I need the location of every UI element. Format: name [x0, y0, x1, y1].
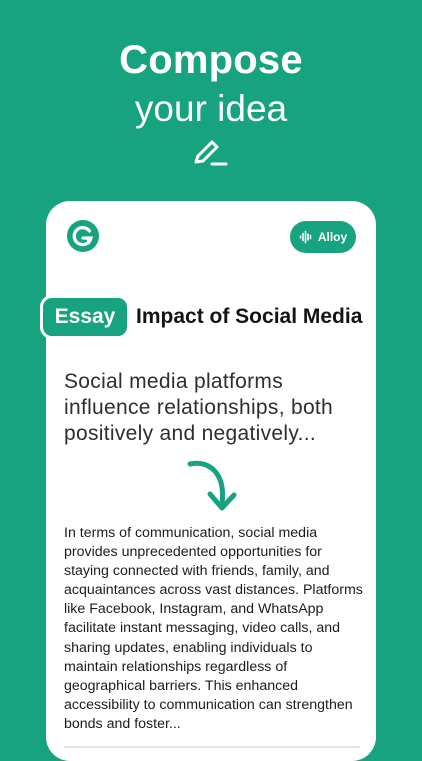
prompt-text: Social media platforms influence relatio… [64, 370, 334, 445]
grammarly-logo-icon [67, 220, 99, 252]
voice-button[interactable]: Alloy [290, 221, 356, 253]
document-title: Impact of Social Media [136, 305, 363, 328]
voice-label: Alloy [317, 230, 348, 244]
document-type-tag: Essay [40, 295, 130, 339]
headline: Compose [119, 38, 303, 82]
pen-icon [194, 140, 228, 166]
divider [64, 746, 360, 748]
soundwave-icon [299, 230, 312, 244]
generated-text: In terms of communication, social media … [64, 525, 363, 732]
subheadline: your idea [134, 88, 288, 129]
curved-arrow-down-icon [187, 460, 237, 511]
